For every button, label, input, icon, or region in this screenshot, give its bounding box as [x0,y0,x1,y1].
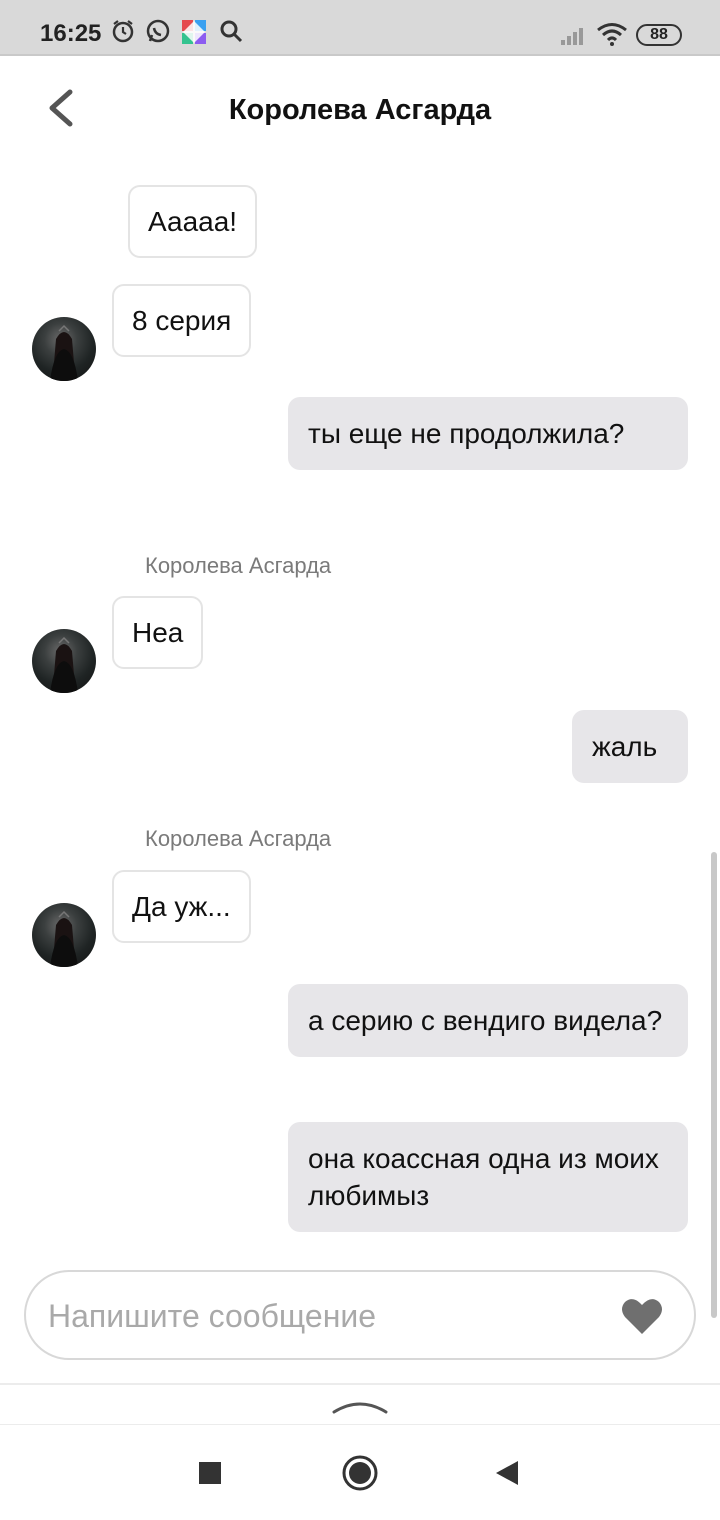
triangle-left-icon [496,1461,518,1485]
incoming-message[interactable]: Ааааа! [128,185,258,258]
chat-title: Королева Асгарда [228,94,492,126]
signal-icon [561,28,583,45]
incoming-message[interactable]: Неа [112,596,204,669]
sender-name: Королева Асгарда [145,826,332,851]
incoming-message[interactable]: Да уж... [112,870,251,943]
divider [0,1383,720,1385]
avatar[interactable] [32,629,96,693]
avatar[interactable] [32,317,96,381]
avatar[interactable] [32,903,96,967]
message-composer [24,1270,696,1360]
message-input[interactable] [48,1294,608,1338]
search-icon [220,20,243,43]
avatar-photo [50,324,78,381]
square-icon [199,1462,221,1484]
outgoing-message[interactable]: а серию с вендиго видела? [288,984,688,1057]
outgoing-message[interactable]: ты еще не продолжила? [288,397,688,470]
app-icon [182,20,206,44]
home-button[interactable] [340,1453,380,1493]
battery-indicator: 88 [636,24,682,46]
status-bar: 16:25 88 [0,0,720,56]
scrollbar[interactable] [711,852,717,1318]
status-time: 16:25 [40,20,102,47]
whatsapp-icon [146,19,170,43]
heart-icon [622,1299,662,1334]
avatar-photo [50,636,78,693]
outgoing-message[interactable]: жаль [572,710,688,783]
nav-back-button[interactable] [488,1453,528,1493]
alarm-icon [112,20,134,43]
wifi-icon [597,23,627,46]
like-button[interactable] [620,1296,664,1336]
avatar-photo [50,910,78,967]
outgoing-message[interactable]: она коассная одна из моих любимыз [288,1122,688,1232]
incoming-message[interactable]: 8 серия [112,284,252,357]
chevron-up-icon[interactable] [332,1396,388,1416]
sender-name: Королева Асгарда [145,553,332,578]
recents-button[interactable] [190,1453,230,1493]
chat-header: Королева Асгарда [0,56,720,168]
system-nav-bar [0,1424,720,1520]
